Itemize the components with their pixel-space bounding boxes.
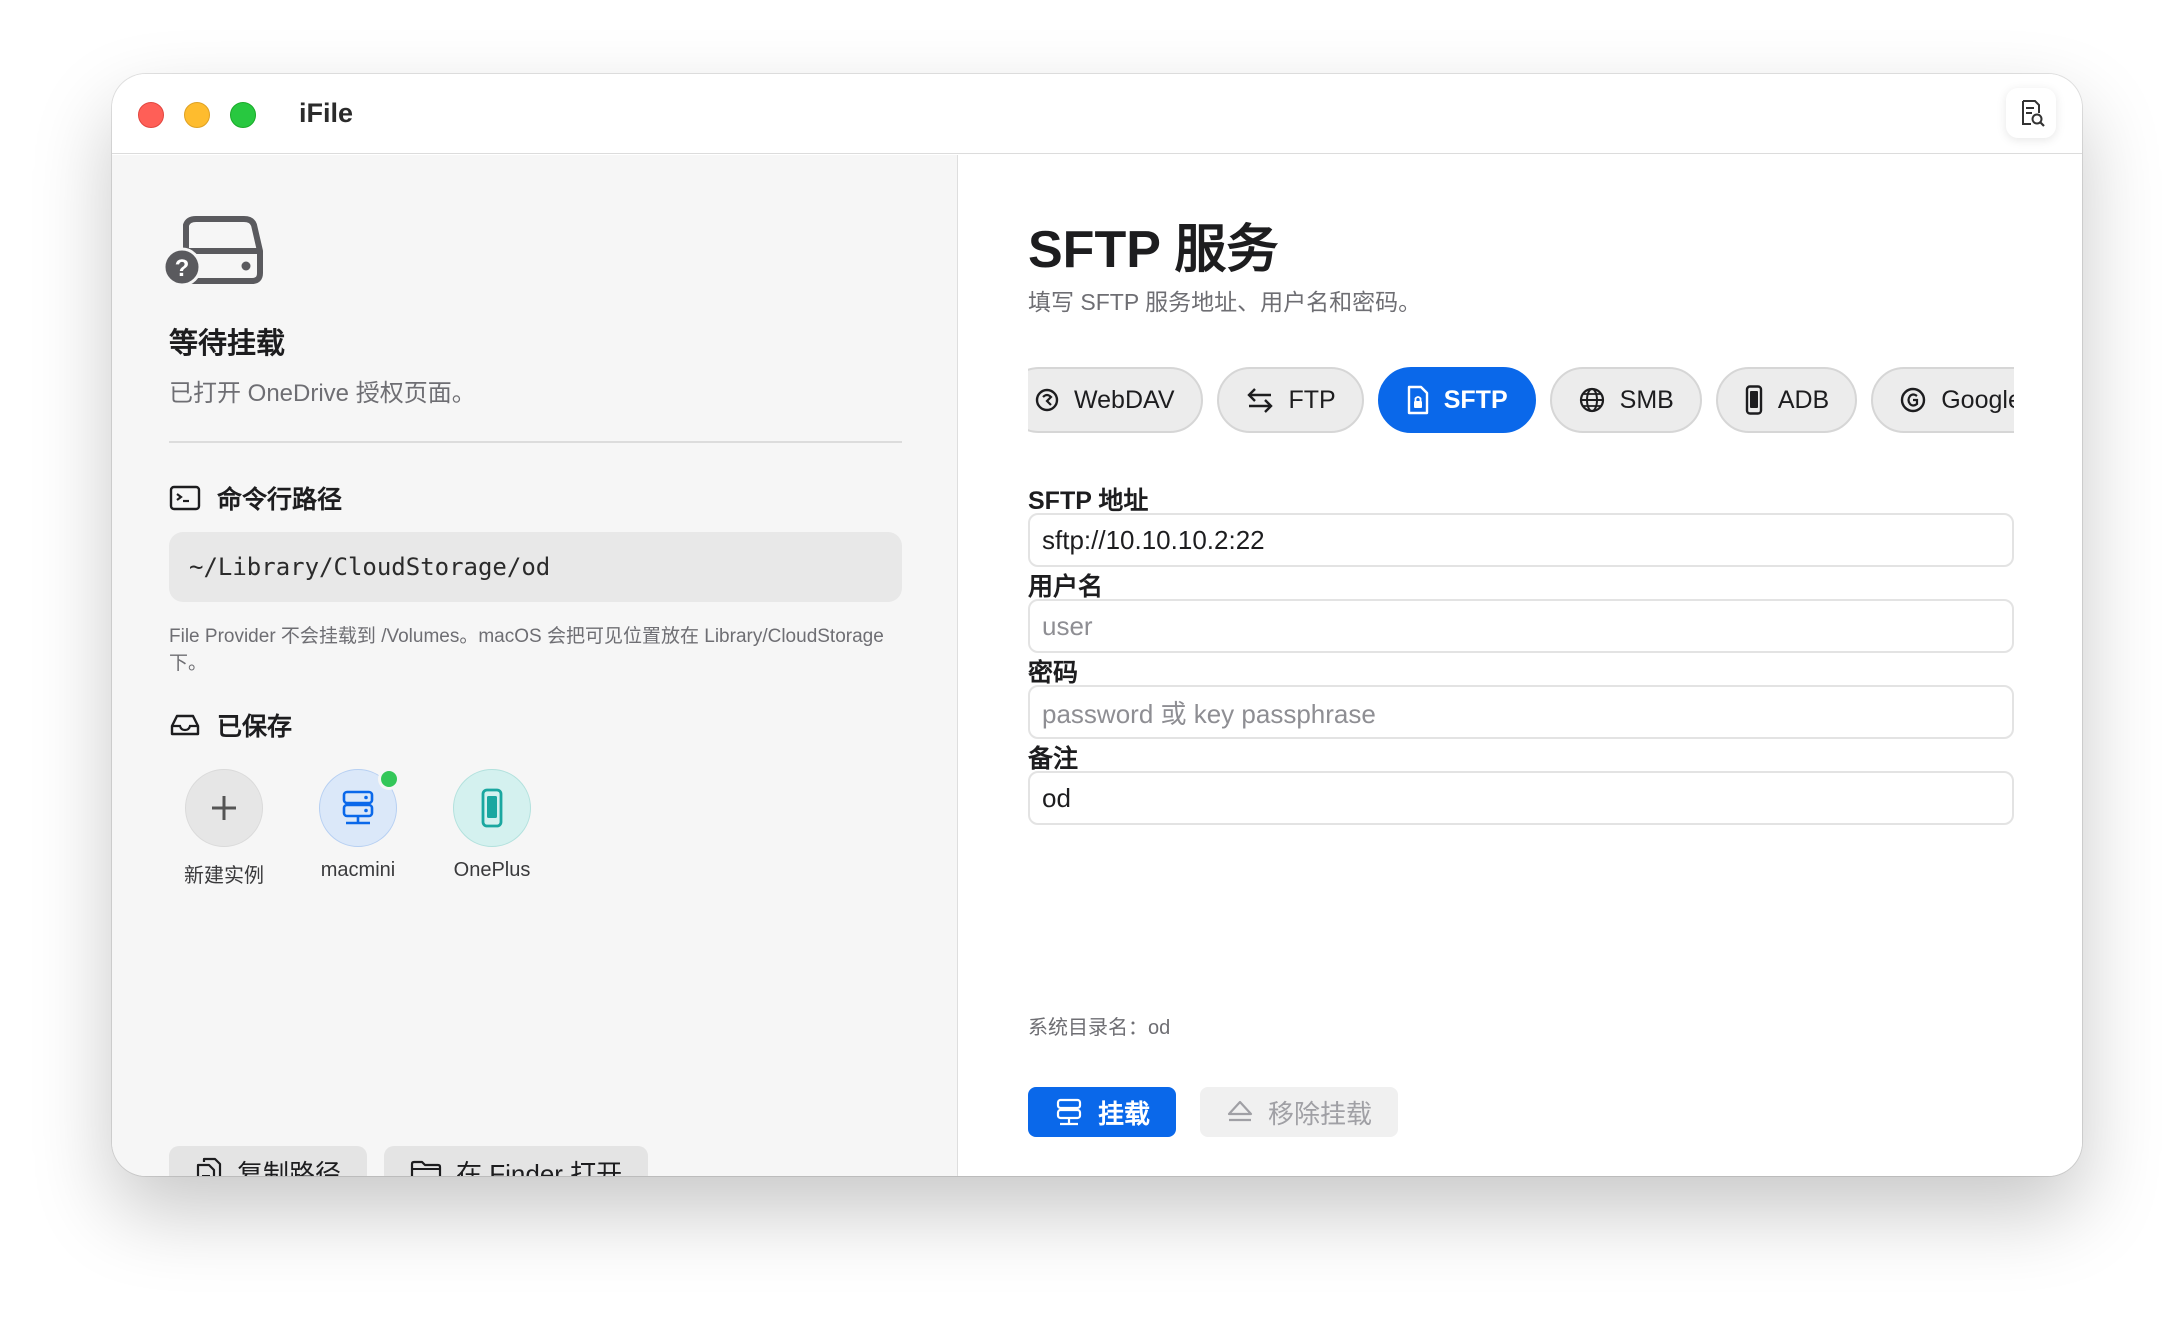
transfer-arrows-icon [1246,388,1273,413]
new-instance-circle[interactable] [185,769,263,847]
plus-icon [212,796,236,820]
svg-text:?: ? [175,255,190,282]
tray-icon [170,714,200,736]
instance-label: macmini [320,859,396,881]
copy-document-icon [196,1157,222,1176]
zoom-window-button[interactable] [230,102,256,128]
terminal-icon [169,485,201,511]
username-label: 用户名 [1028,573,1104,601]
saved-instances: 新建实例 macmini OnePlus [169,768,547,888]
document-search-icon [2022,100,2045,127]
mount-status-title: 等待挂载 [169,328,286,360]
mount-status-description: 已打开 OneDrive 授权页面。 [169,380,476,407]
tab-label: Google D [1941,385,2014,414]
instance-label: OnePlus [453,859,531,881]
tab-google-drive[interactable]: Google D [1871,367,2014,433]
eject-icon [1227,1100,1253,1122]
phone-icon [1745,385,1763,415]
drive-question-icon: ? [162,215,264,292]
unmount-button[interactable]: 移除挂载 [1200,1087,1399,1137]
instance-label: 新建实例 [184,865,264,887]
tab-smb[interactable]: SMB [1549,367,1702,433]
mount-actions: 挂载 移除挂载 [1028,1087,1399,1137]
server-icon [1056,1098,1082,1126]
page-title: SFTP 服务 [1028,221,1279,279]
address-label: SFTP 地址 [1028,487,1149,515]
protocol-tab-strip[interactable]: WebDAV FTP SFTP SMB ADB Google [1028,367,2014,437]
app-window: iFile ? 等待挂载 已打开 OneDrive 授权页面。 命令行路径 ~/… [112,74,2082,1176]
protocol-tabs: WebDAV FTP SFTP SMB ADB Google [1028,367,2014,433]
unmount-button-label: 移除挂载 [1268,1098,1373,1129]
tab-webdav[interactable]: WebDAV [1028,367,1203,433]
mount-button-label: 挂载 [1098,1098,1151,1129]
copy-path-button[interactable]: 复制路径 [169,1146,368,1177]
open-in-finder-button[interactable]: 在 Finder 打开 [384,1146,649,1177]
address-input[interactable]: sftp://10.10.10.2:22 [1028,513,2014,567]
instance-macmini-circle[interactable] [319,768,400,847]
tab-label: SMB [1619,385,1674,414]
tab-label: ADB [1777,385,1830,414]
note-input[interactable]: od [1028,771,2014,825]
saved-section-header: 已保存 [169,707,292,743]
mount-button[interactable]: 挂载 [1028,1087,1177,1137]
open-in-finder-label: 在 Finder 打开 [456,1158,623,1177]
new-instance-button[interactable]: 新建实例 [169,769,279,888]
online-status-dot [378,768,400,790]
instance-macmini[interactable]: macmini [303,768,413,888]
tab-adb[interactable]: ADB [1715,367,1858,433]
tab-sftp[interactable]: SFTP [1377,367,1536,433]
sidebar-actions: 复制路径 在 Finder 打开 [169,1146,649,1177]
path-note: File Provider 不会挂载到 /Volumes。macOS 会把可见位… [169,626,884,674]
phone-icon [481,788,503,828]
system-directory-name: 系统目录名：od [1028,1017,1171,1039]
tab-label: FTP [1288,385,1336,414]
folder-icon [410,1160,442,1176]
cli-section-title: 命令行路径 [217,486,343,514]
server-icon [342,790,374,825]
google-icon [1901,387,1926,413]
main-panel: SFTP 服务 填写 SFTP 服务地址、用户名和密码。 WebDAV FTP … [959,155,2082,1176]
window-title: iFile [299,98,354,128]
close-window-button[interactable] [138,102,164,128]
instance-oneplus[interactable]: OnePlus [437,769,547,888]
password-label: 密码 [1028,659,1079,687]
tab-ftp[interactable]: FTP [1216,367,1364,433]
instance-oneplus-circle[interactable] [453,769,531,847]
webdav-icon [1035,388,1059,412]
password-input[interactable]: password 或 key passphrase [1028,685,2014,739]
sidebar: ? 等待挂载 已打开 OneDrive 授权页面。 命令行路径 ~/Librar… [112,155,958,1176]
minimize-window-button[interactable] [184,102,210,128]
cli-path-field[interactable]: ~/Library/CloudStorage/od [169,532,902,602]
globe-icon [1579,387,1604,413]
tab-label: SFTP [1443,385,1508,414]
page-subtitle: 填写 SFTP 服务地址、用户名和密码。 [1028,289,1422,315]
note-label: 备注 [1028,745,1079,773]
log-viewer-button[interactable] [2006,88,2056,138]
username-input[interactable]: user [1028,599,2014,653]
copy-path-label: 复制路径 [237,1158,342,1177]
locked-document-icon [1407,385,1428,415]
sidebar-divider [169,441,902,443]
cli-section-header: 命令行路径 [169,480,342,516]
tab-label: WebDAV [1074,385,1175,414]
title-bar: iFile [112,74,2082,154]
saved-section-title: 已保存 [217,713,293,741]
